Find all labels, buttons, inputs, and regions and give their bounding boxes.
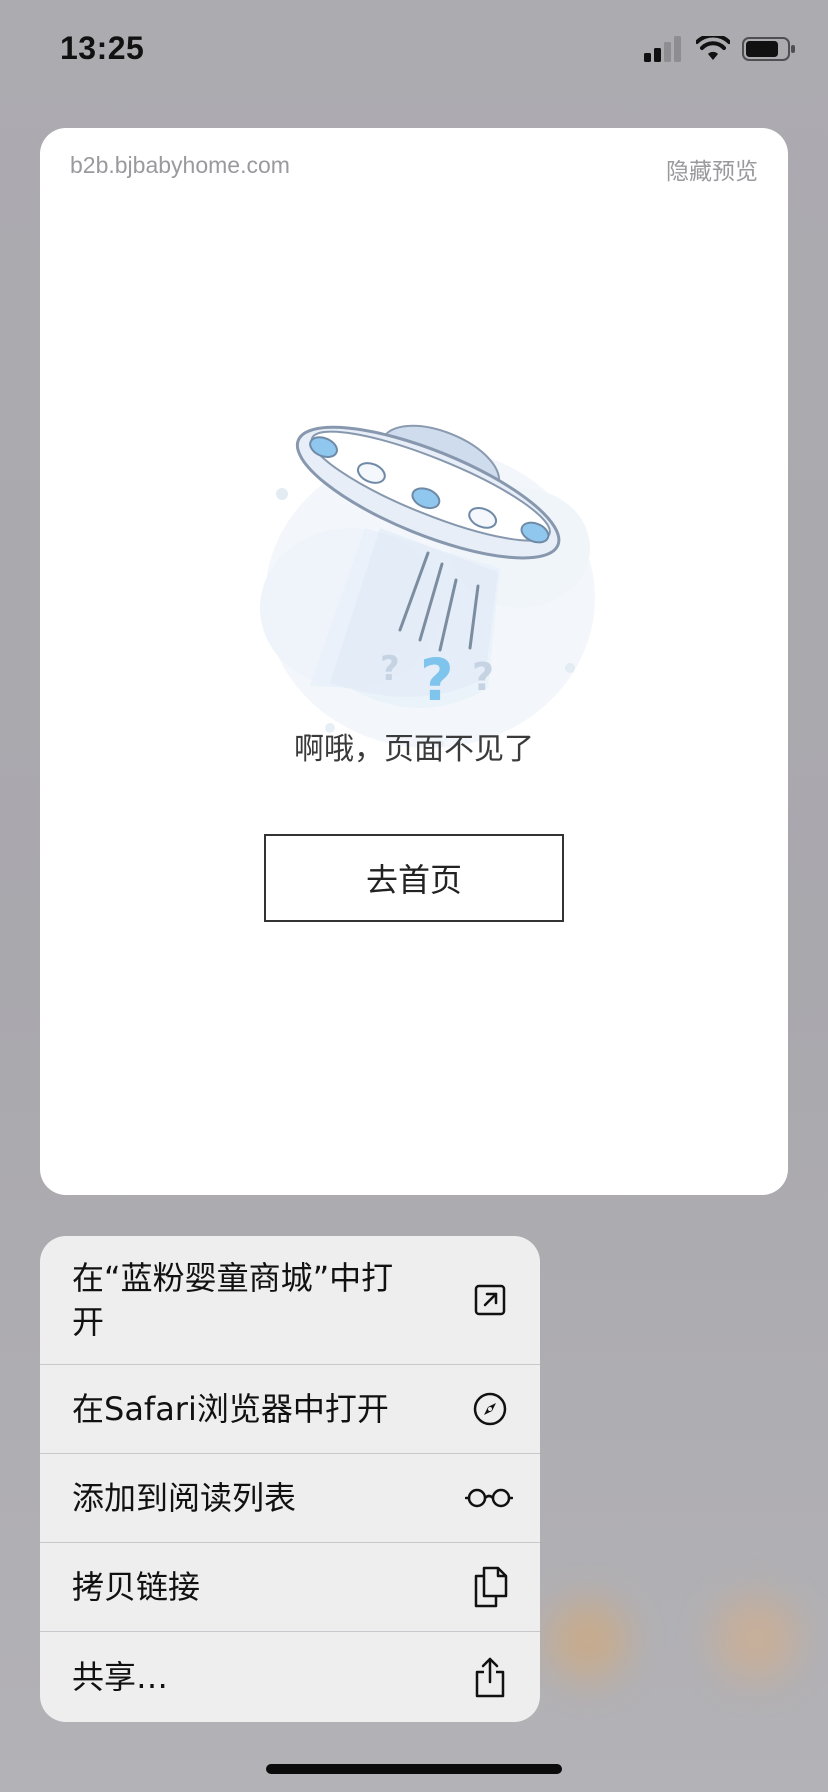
svg-text:?: ? <box>472 655 494 699</box>
menu-item-open-in-safari[interactable]: 在Safari浏览器中打开 <box>40 1365 540 1453</box>
copy-icon <box>470 1566 510 1608</box>
menu-item-label: 在Safari浏览器中打开 <box>72 1390 389 1428</box>
svg-text:?: ? <box>420 646 454 714</box>
glasses-icon <box>464 1478 514 1518</box>
error-message: 啊哦，页面不见了 <box>294 732 534 767</box>
home-indicator[interactable] <box>266 1764 562 1774</box>
compass-icon <box>470 1389 510 1429</box>
menu-item-label: 共享… <box>72 1658 169 1696</box>
menu-item-share[interactable]: 共享… <box>40 1632 540 1722</box>
open-in-app-icon <box>470 1280 510 1320</box>
context-menu: 在“蓝粉婴童商城”中打开 在Safari浏览器中打开 添加到阅读列表 拷贝链接 … <box>40 1236 540 1722</box>
blurred-app-icon <box>714 1596 798 1680</box>
preview-url: b2b.bjbabyhome.com <box>70 152 290 178</box>
link-preview-card[interactable]: b2b.bjbabyhome.com 隐藏预览 ? ? ? 啊哦，页面不见了 去… <box>40 128 788 1195</box>
menu-item-add-to-reading-list[interactable]: 添加到阅读列表 <box>40 1454 540 1542</box>
menu-item-label: 在“蓝粉婴童商城”中打开 <box>72 1259 394 1341</box>
menu-item-label: 拷贝链接 <box>72 1568 201 1606</box>
cellular-signal-icon <box>644 36 681 62</box>
blurred-app-icon <box>548 1600 628 1680</box>
share-icon <box>470 1657 510 1698</box>
menu-item-copy-link[interactable]: 拷贝链接 <box>40 1543 540 1631</box>
hide-preview-button[interactable]: 隐藏预览 <box>666 152 758 186</box>
menu-item-label: 添加到阅读列表 <box>72 1479 297 1517</box>
battery-icon <box>742 37 795 61</box>
svg-text:?: ? <box>380 649 400 689</box>
wifi-icon <box>696 36 730 60</box>
menu-item-open-in-app[interactable]: 在“蓝粉婴童商城”中打开 <box>40 1236 540 1364</box>
status-time: 13:25 <box>60 30 145 66</box>
go-home-button[interactable]: 去首页 <box>264 834 564 922</box>
status-icons <box>644 34 796 64</box>
